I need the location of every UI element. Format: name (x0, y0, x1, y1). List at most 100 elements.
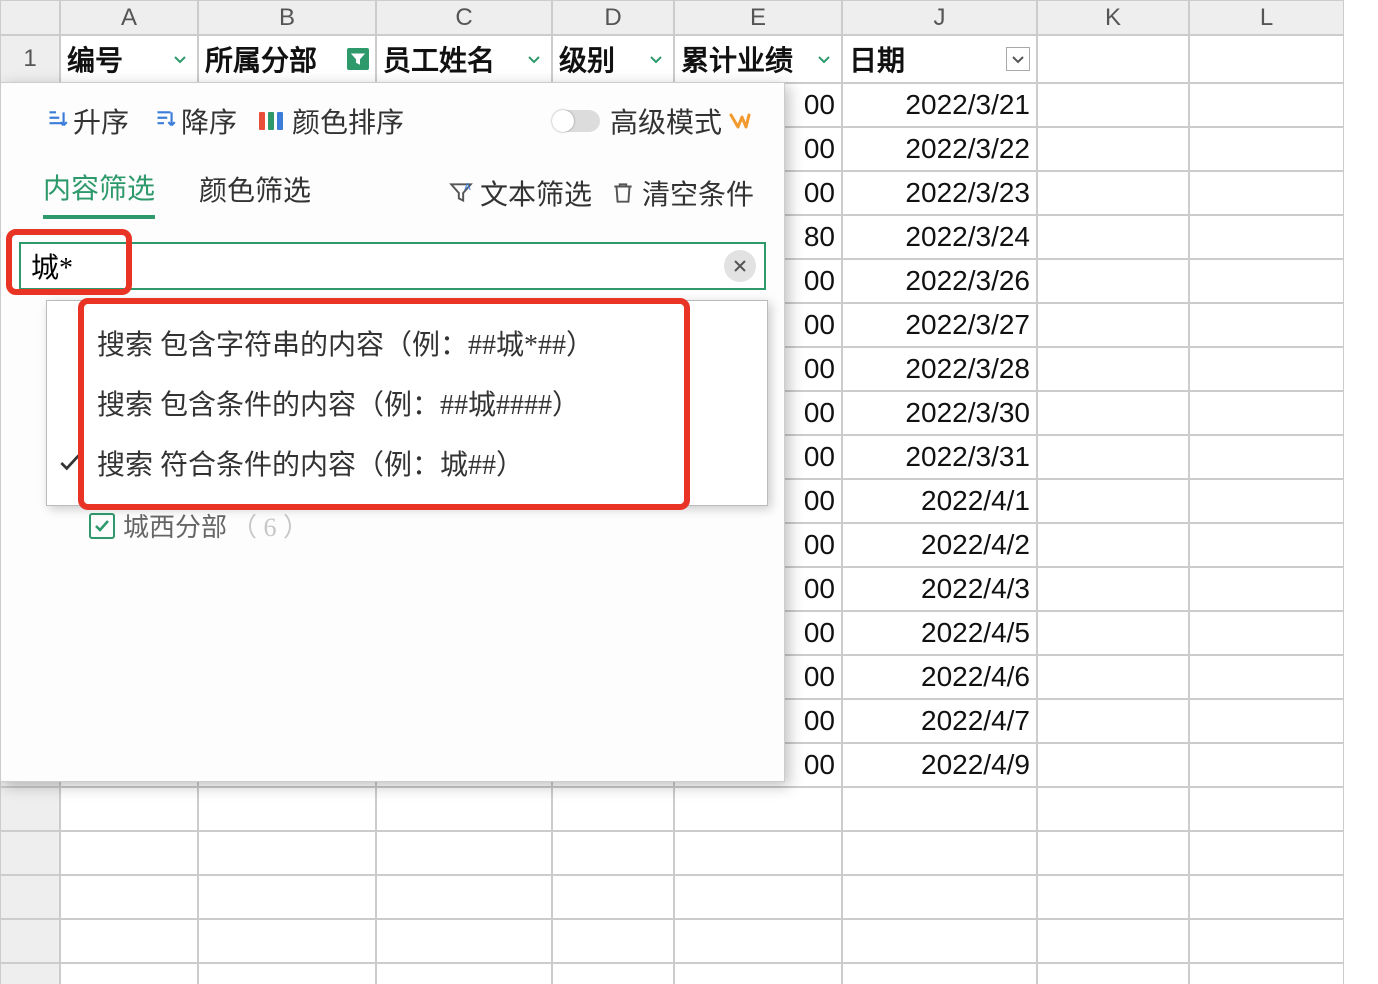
suggestion-item[interactable]: 搜索 包含字符串的内容（例：##城*##） (47, 313, 767, 373)
checkbox-checked-icon[interactable] (89, 513, 115, 539)
toggle-switch[interactable] (552, 110, 600, 132)
cell[interactable] (1037, 435, 1189, 479)
cell[interactable] (60, 963, 198, 984)
cell[interactable] (198, 831, 376, 875)
cell[interactable] (1037, 347, 1189, 391)
cell-J[interactable]: 2022/4/1 (842, 479, 1037, 523)
cell-J[interactable]: 2022/4/5 (842, 611, 1037, 655)
cell-J[interactable]: 2022/4/6 (842, 655, 1037, 699)
cell[interactable] (1037, 919, 1189, 963)
cell-J[interactable]: 2022/4/9 (842, 743, 1037, 787)
cell[interactable] (198, 963, 376, 984)
cell[interactable] (60, 875, 198, 919)
cell[interactable] (1037, 699, 1189, 743)
cell[interactable] (1037, 391, 1189, 435)
suggestion-item-selected[interactable]: 搜索 符合条件的内容（例：城##） (47, 433, 767, 493)
header-cell-D[interactable]: 级别 (552, 35, 674, 83)
filter-dropdown-icon[interactable] (523, 48, 545, 70)
row-number[interactable] (0, 831, 60, 875)
cell[interactable] (1189, 567, 1344, 611)
filter-dropdown-icon[interactable] (1006, 47, 1030, 71)
cell[interactable] (842, 831, 1037, 875)
cell-J[interactable]: 2022/3/21 (842, 83, 1037, 127)
cell-J[interactable]: 2022/3/31 (842, 435, 1037, 479)
sort-color-button[interactable]: 颜色排序 (259, 101, 404, 141)
cell[interactable] (1189, 215, 1344, 259)
cell[interactable] (1189, 347, 1344, 391)
col-header-D[interactable]: D (552, 0, 674, 35)
cell[interactable] (1037, 259, 1189, 303)
row-number[interactable] (0, 963, 60, 984)
cell[interactable] (674, 875, 842, 919)
select-all-corner[interactable] (0, 0, 60, 35)
sort-desc-button[interactable]: 降序 (151, 101, 237, 141)
cell[interactable] (552, 831, 674, 875)
cell[interactable] (1189, 391, 1344, 435)
cell[interactable] (376, 787, 552, 831)
sort-asc-button[interactable]: 升序 (43, 101, 129, 141)
cell[interactable] (552, 963, 674, 984)
header-cell-B[interactable]: 所属分部 (198, 35, 376, 83)
cell-J[interactable]: 2022/3/24 (842, 215, 1037, 259)
col-header-A[interactable]: A (60, 0, 198, 35)
cell[interactable] (376, 919, 552, 963)
col-header-L[interactable]: L (1189, 0, 1344, 35)
cell[interactable] (1189, 611, 1344, 655)
empty-header-K[interactable] (1037, 35, 1189, 83)
cell[interactable] (1189, 259, 1344, 303)
cell[interactable] (1189, 743, 1344, 787)
cell[interactable] (1189, 435, 1344, 479)
row-number[interactable] (0, 919, 60, 963)
cell[interactable] (1189, 919, 1344, 963)
cell[interactable] (198, 919, 376, 963)
empty-header-L[interactable] (1189, 35, 1344, 83)
cell-J[interactable]: 2022/4/2 (842, 523, 1037, 567)
cell-J[interactable]: 2022/4/3 (842, 567, 1037, 611)
cell[interactable] (842, 963, 1037, 984)
cell[interactable] (1189, 655, 1344, 699)
cell[interactable] (1037, 83, 1189, 127)
cell[interactable] (1037, 831, 1189, 875)
cell-J[interactable]: 2022/3/30 (842, 391, 1037, 435)
col-header-K[interactable]: K (1037, 0, 1189, 35)
filter-active-icon[interactable] (347, 48, 369, 70)
cell[interactable] (552, 787, 674, 831)
cell[interactable] (552, 875, 674, 919)
cell[interactable] (1037, 479, 1189, 523)
cell[interactable] (376, 963, 552, 984)
header-cell-E[interactable]: 累计业绩 (674, 35, 842, 83)
col-header-B[interactable]: B (198, 0, 376, 35)
cell[interactable] (198, 787, 376, 831)
cell[interactable] (1189, 699, 1344, 743)
cell[interactable] (1189, 127, 1344, 171)
cell[interactable] (60, 919, 198, 963)
cell[interactable] (198, 875, 376, 919)
cell-J[interactable]: 2022/3/27 (842, 303, 1037, 347)
cell[interactable] (842, 875, 1037, 919)
cell[interactable] (376, 875, 552, 919)
cell[interactable] (1037, 743, 1189, 787)
col-header-J[interactable]: J (842, 0, 1037, 35)
filter-dropdown-icon[interactable] (813, 48, 835, 70)
cell-J[interactable]: 2022/4/7 (842, 699, 1037, 743)
cell[interactable] (60, 787, 198, 831)
advanced-mode-toggle[interactable]: 高级模式 (552, 101, 752, 141)
cell[interactable] (1189, 831, 1344, 875)
cell[interactable] (1037, 127, 1189, 171)
cell-J[interactable]: 2022/3/23 (842, 171, 1037, 215)
header-cell-A[interactable]: 编号 (60, 35, 198, 83)
cell[interactable] (842, 919, 1037, 963)
cell[interactable] (1189, 479, 1344, 523)
clear-search-icon[interactable] (724, 250, 756, 282)
filter-option-item[interactable]: 城西分部 （ 6 ） (89, 507, 309, 544)
filter-dropdown-icon[interactable] (169, 48, 191, 70)
cell[interactable] (1037, 875, 1189, 919)
row-number[interactable] (0, 787, 60, 831)
cell[interactable] (674, 787, 842, 831)
filter-search-input[interactable] (19, 242, 766, 290)
cell[interactable] (376, 831, 552, 875)
cell[interactable] (1189, 523, 1344, 567)
cell[interactable] (1037, 303, 1189, 347)
cell[interactable] (674, 919, 842, 963)
cell-J[interactable]: 2022/3/28 (842, 347, 1037, 391)
